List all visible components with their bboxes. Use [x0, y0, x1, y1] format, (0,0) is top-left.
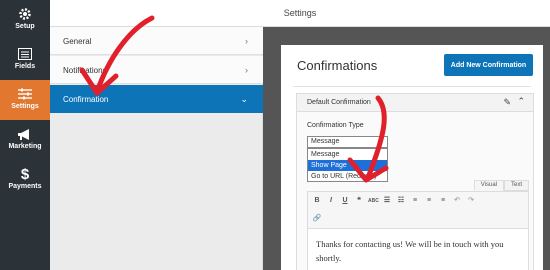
confirmation-type-select[interactable]: Message ▼ — [307, 136, 388, 148]
dropdown-arrow-icon: ▼ — [378, 139, 384, 145]
page-title: Settings — [283, 8, 317, 18]
dollar-icon: $ — [20, 165, 30, 183]
link-icon[interactable]: 🔗 — [312, 214, 322, 224]
select-value: Message — [311, 138, 340, 145]
bold-icon[interactable]: B — [312, 196, 322, 206]
strikethrough-icon[interactable]: ABC — [368, 196, 379, 206]
nav-setup-label: Setup — [15, 23, 35, 30]
sliders-icon — [0, 86, 50, 102]
option-show-page[interactable]: Show Page — [308, 160, 387, 171]
megaphone-icon — [0, 126, 50, 142]
nav-fields[interactable]: Fields — [0, 40, 50, 80]
confirmation-type-label: Confirmation Type — [307, 122, 364, 129]
nav-settings[interactable]: Settings — [0, 80, 50, 120]
settings-panel: General › Notifications › Confirmation ⌄ — [50, 27, 263, 270]
add-new-confirmation-button[interactable]: Add New Confirmation — [444, 54, 533, 76]
panel-item-label: Confirmation — [63, 95, 109, 104]
default-confirmation-section: Default Confirmation ✎ ⌃ Confirmation Ty… — [296, 93, 534, 270]
message-editor[interactable]: Thanks for contacting us! We will be in … — [307, 229, 529, 270]
panel-item-general[interactable]: General › — [50, 27, 263, 55]
nav-fields-label: Fields — [14, 63, 36, 70]
nav-setup[interactable]: Setup — [0, 0, 50, 40]
nav-settings-label: Settings — [11, 103, 39, 110]
caret-up-icon[interactable]: ⌃ — [517, 96, 525, 107]
nav-marketing[interactable]: Marketing — [0, 120, 50, 160]
align-right-icon[interactable]: ≡ — [438, 196, 448, 206]
chevron-right-icon: › — [245, 36, 248, 46]
numbered-list-icon[interactable]: ☷ — [396, 196, 406, 206]
underline-icon[interactable]: U — [340, 196, 350, 206]
divider — [293, 86, 531, 87]
confirmations-card: Confirmations Add New Confirmation Defau… — [281, 45, 543, 270]
confirmations-title: Confirmations — [297, 58, 378, 73]
message-text: Thanks for contacting us! We will be in … — [316, 239, 504, 263]
panel-item-label: Notifications — [63, 66, 107, 75]
nav-payments[interactable]: $ Payments — [0, 160, 50, 200]
tab-visual[interactable]: Visual — [473, 180, 504, 191]
tab-text[interactable]: Text — [503, 180, 529, 191]
option-message[interactable]: Message — [308, 149, 387, 160]
panel-item-confirmation[interactable]: Confirmation ⌄ — [50, 85, 263, 113]
section-header[interactable]: Default Confirmation ✎ ⌃ — [297, 94, 533, 112]
editor-toolbar: B I U ❝ ABC ☰ ☷ ≡ ≡ ≡ ↶ ↷ 🔗 — [307, 191, 529, 229]
chevron-down-icon: ⌄ — [240, 94, 248, 104]
redo-icon[interactable]: ↷ — [466, 196, 476, 206]
undo-icon[interactable]: ↶ — [452, 196, 462, 206]
bullet-list-icon[interactable]: ☰ — [382, 196, 392, 206]
option-redirect[interactable]: Go to URL (Redirect) — [308, 171, 387, 182]
section-title: Default Confirmation — [307, 99, 371, 106]
align-left-icon[interactable]: ≡ — [410, 196, 420, 206]
top-bar: Settings — [50, 0, 550, 27]
fields-icon — [0, 46, 50, 62]
pencil-icon[interactable]: ✎ — [503, 97, 511, 108]
panel-item-notifications[interactable]: Notifications › — [50, 56, 263, 84]
left-nav: Setup Fields Settings Marketing $ Paymen… — [0, 0, 50, 270]
gear-icon — [0, 6, 50, 22]
align-center-icon[interactable]: ≡ — [424, 196, 434, 206]
content-area: Confirmations Add New Confirmation Defau… — [263, 27, 550, 270]
confirmation-type-options: Message Show Page Go to URL (Redirect) — [307, 148, 388, 182]
italic-icon[interactable]: I — [326, 196, 336, 206]
panel-item-label: General — [63, 37, 92, 46]
nav-marketing-label: Marketing — [8, 143, 42, 150]
editor-tabs: Visual Text — [473, 180, 529, 191]
chevron-right-icon: › — [245, 65, 248, 75]
nav-payments-label: Payments — [8, 183, 42, 190]
quote-icon[interactable]: ❝ — [354, 196, 364, 206]
